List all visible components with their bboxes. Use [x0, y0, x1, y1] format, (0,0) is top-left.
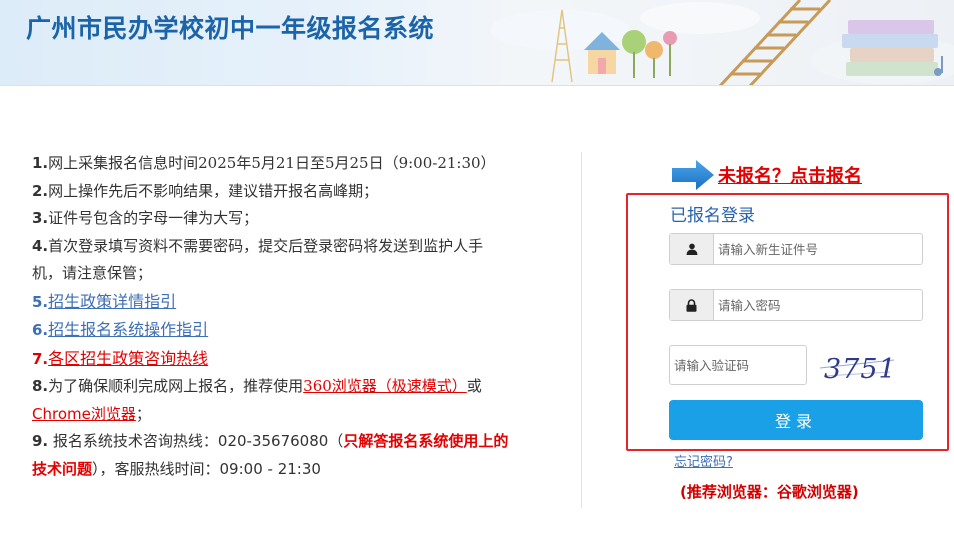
login-title: 已报名登录 [670, 206, 755, 226]
notice-number: 9. [32, 432, 49, 450]
login-button[interactable]: 登录 [669, 400, 923, 440]
id-number-input[interactable] [714, 234, 922, 264]
register-row: 未报名？点击报名 [672, 158, 862, 192]
notice-item-5: 5.招生政策详情指引 [32, 288, 512, 317]
notice-number: 1. [32, 154, 49, 172]
notice-number: 2. [32, 181, 49, 200]
lock-icon [670, 290, 714, 320]
policy-guide-link[interactable]: 招生政策详情指引 [48, 292, 176, 311]
notice-text: 为了确保顺利完成网上报名，推荐使用 [48, 377, 304, 395]
notice-text: 网上操作先后不影响结果，建议错开报名高峰期； [48, 181, 379, 200]
header-banner: 广州市民办学校初中一年级报名系统 [0, 0, 954, 86]
notice-item-9: 9. 报名系统技术咨询热线：020-35676080（只解答报名系统使用上的技术… [32, 428, 512, 483]
notice-number: 4. [32, 236, 49, 255]
notice-item-7: 7.各区招生政策咨询热线 [32, 345, 512, 374]
notice-number: 8. [32, 377, 49, 395]
browser-chrome-link[interactable]: Chrome浏览器 [32, 405, 136, 423]
password-input[interactable] [714, 290, 922, 320]
notice-item-4: 4.首次登录填写资料不需要密码，提交后登录密码将发送到监护人手机，请注意保管； [32, 233, 512, 288]
district-hotline-link[interactable]: 各区招生政策咨询热线 [48, 349, 208, 368]
notice-text: 网上采集报名信息时间2025年5月21日至5月25日（9:00-21:30） [48, 154, 496, 172]
notice-item-6: 6.招生报名系统操作指引 [32, 316, 512, 345]
captcha-input[interactable] [669, 345, 807, 385]
notice-item-2: 2.网上操作先后不影响结果，建议错开报名高峰期； [32, 178, 512, 206]
notice-number: 5. [32, 292, 49, 311]
password-field [669, 289, 923, 321]
user-icon [670, 234, 714, 264]
register-link[interactable]: 未报名？点击报名 [718, 162, 862, 188]
notice-number: 7. [32, 349, 49, 368]
forgot-password-link[interactable]: 忘记密码? [674, 451, 733, 470]
column-divider [581, 152, 582, 508]
notice-list: 1.网上采集报名信息时间2025年5月21日至5月25日（9:00-21:30）… [32, 150, 512, 483]
notice-number: 3. [32, 209, 49, 227]
notice-number: 6. [32, 321, 49, 339]
arrow-right-icon [672, 160, 714, 190]
captcha-text: 3751 [824, 354, 896, 385]
system-guide-link[interactable]: 招生报名系统操作指引 [48, 320, 208, 339]
notice-item-3: 3.证件号包含的字母一律为大写； [32, 205, 512, 233]
notice-item-8: 8.为了确保顺利完成网上报名，推荐使用360浏览器（极速模式）或 Chrome浏览… [32, 373, 512, 428]
notice-text: ），客服热线时间：09:00 - 21:30 [92, 459, 321, 478]
notice-text: 首次登录填写资料不需要密码，提交后登录密码将发送到监护人手机，请注意保管； [32, 236, 484, 283]
browser-recommendation: (推荐浏览器：谷歌浏览器) [680, 483, 859, 501]
browser-360-link[interactable]: 360浏览器（极速模式） [303, 377, 467, 395]
id-number-field [669, 233, 923, 265]
notice-text: 证件号包含的字母一律为大写； [48, 209, 259, 227]
notice-item-1: 1.网上采集报名信息时间2025年5月21日至5月25日（9:00-21:30） [32, 150, 512, 178]
captcha-image[interactable]: 3751 [818, 346, 896, 386]
notice-text: 或 [466, 377, 482, 395]
notice-text: ； [135, 404, 151, 423]
page-title: 广州市民办学校初中一年级报名系统 [26, 14, 435, 43]
notice-text: 报名系统技术咨询热线：020-35676080（ [48, 432, 344, 450]
